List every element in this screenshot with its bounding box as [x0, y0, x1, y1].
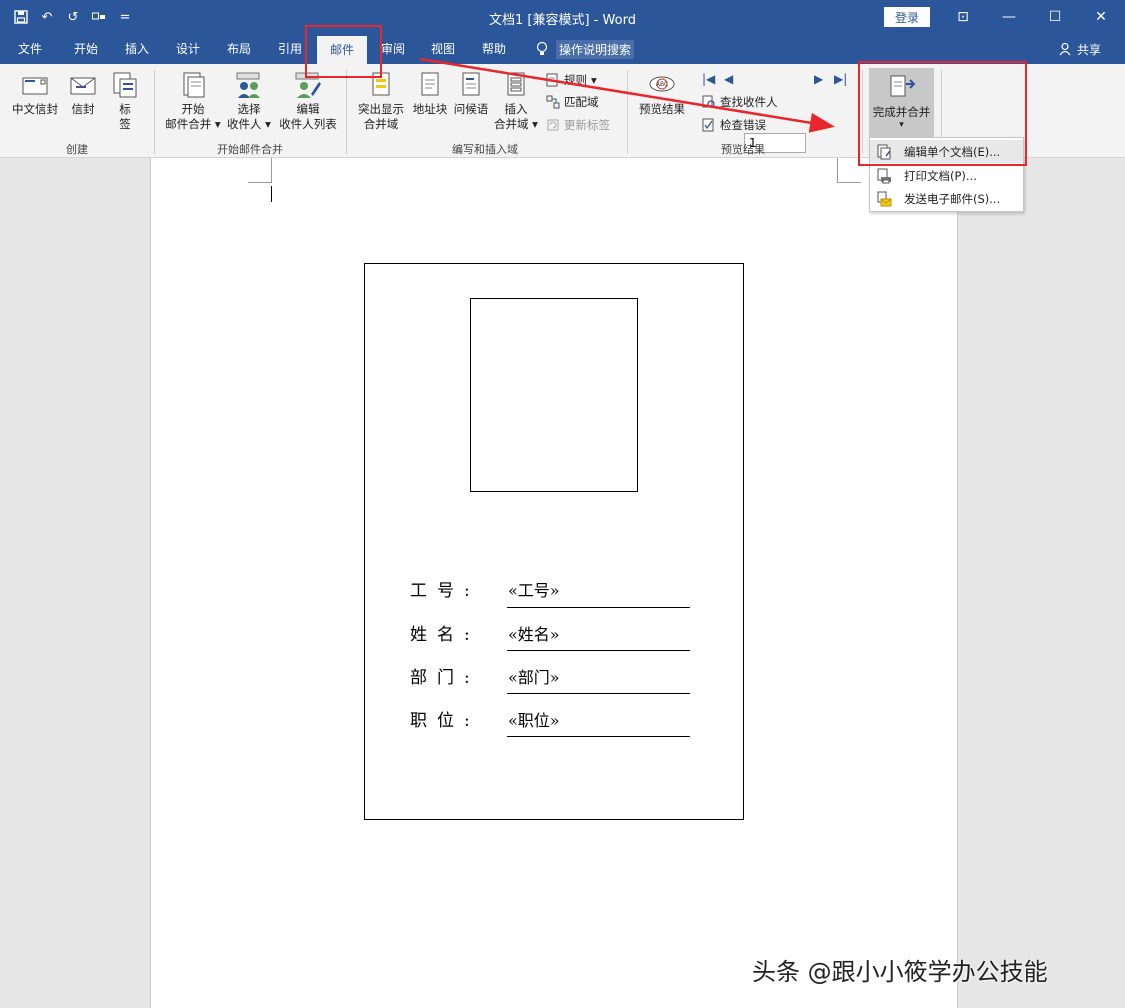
tab-file[interactable]: 文件	[6, 34, 54, 64]
preview-results-button[interactable]: ABC 预览结果	[634, 70, 690, 117]
address-block-icon	[421, 72, 439, 96]
field-underline	[507, 693, 690, 694]
merge-field-position[interactable]: «职位»	[508, 707, 560, 731]
tab-view[interactable]: 视图	[419, 34, 467, 64]
group-separator	[346, 70, 347, 154]
group-separator	[154, 70, 155, 154]
margin-corner-mark	[837, 158, 861, 183]
finish-and-merge-button[interactable]: 完成并合并 ▾	[869, 68, 934, 138]
field-underline	[507, 650, 690, 651]
tab-layout[interactable]: 布局	[215, 34, 263, 64]
document-merge-icon	[183, 72, 205, 98]
labels-icon	[113, 72, 137, 98]
match-fields-icon	[546, 95, 560, 109]
greeting-line-button[interactable]: 问候语	[451, 70, 491, 117]
margin-corner-mark	[248, 158, 272, 183]
chevron-down-icon: ▾	[899, 120, 904, 130]
close-icon[interactable]: ✕	[1078, 0, 1124, 34]
group-separator	[627, 70, 628, 154]
group-label-preview: 预览结果	[721, 143, 765, 156]
share-label: 共享	[1076, 42, 1101, 57]
watermark-text: 头条 @跟小小筱学办公技能	[752, 958, 1048, 986]
tab-help[interactable]: 帮助	[470, 34, 518, 64]
finish-merge-menu: 编辑单个文档(E)... 打印文档(P)... 发送电子邮件(S)...	[869, 137, 1024, 212]
tab-insert[interactable]: 插入	[113, 34, 161, 64]
tab-mailings[interactable]: 邮件	[317, 36, 367, 64]
rules-icon	[546, 73, 558, 87]
check-errors-icon	[702, 118, 714, 132]
preview-abc-icon: ABC	[649, 76, 675, 92]
previous-record-icon[interactable]: ◀	[724, 72, 733, 86]
select-recipients-button[interactable]: 选择 收件人 ▾	[224, 70, 274, 132]
minimize-icon[interactable]: —	[986, 0, 1032, 34]
field-underline	[507, 736, 690, 737]
envelope-icon	[70, 77, 96, 95]
match-fields-button[interactable]: 匹配域	[546, 92, 599, 112]
lightbulb-icon	[536, 41, 548, 55]
highlight-merge-fields-button[interactable]: 突出显示 合并域	[354, 70, 408, 132]
field-label-id: 工号:	[410, 581, 480, 601]
field-label-department: 部门:	[410, 668, 480, 688]
highlight-fields-icon	[372, 72, 390, 96]
maximize-icon[interactable]: ☐	[1032, 0, 1078, 34]
edit-recipients-icon	[295, 72, 321, 98]
edit-documents-icon	[877, 144, 891, 159]
field-underline	[507, 607, 690, 608]
ribbon-display-icon[interactable]: ⊡	[940, 0, 986, 34]
field-label-name: 姓名:	[410, 625, 480, 645]
group-label-create: 创建	[66, 143, 88, 156]
group-label-start-merge: 开始邮件合并	[217, 143, 283, 156]
find-recipient-icon	[702, 95, 715, 108]
field-label-position: 职位:	[410, 711, 480, 731]
text-cursor	[271, 186, 272, 202]
ribbon-tabs: 文件 开始 插入 设计 布局 引用 邮件 审阅 视图 帮助 操作说明搜索 共享	[0, 34, 1125, 64]
menu-item-send-email[interactable]: 发送电子邮件(S)...	[870, 187, 1023, 210]
finish-merge-icon	[890, 75, 915, 97]
person-icon	[1059, 42, 1071, 56]
update-labels-icon	[547, 119, 559, 131]
email-messages-icon	[877, 191, 892, 206]
photo-frame	[470, 298, 638, 492]
merge-field-department[interactable]: «部门»	[508, 664, 560, 688]
start-mail-merge-button[interactable]: 开始 邮件合并 ▾	[162, 70, 224, 132]
group-separator	[862, 70, 863, 154]
svg-text:ABC: ABC	[656, 81, 668, 88]
find-recipient-button[interactable]: 查找收件人	[702, 92, 778, 112]
insert-merge-field-button[interactable]: 插入 合并域 ▾	[492, 70, 540, 132]
envelope-cn-icon	[22, 77, 48, 95]
merge-field-name[interactable]: «姓名»	[508, 621, 560, 645]
merge-field-id[interactable]: «工号»	[508, 577, 560, 601]
chinese-envelopes-button[interactable]: 中文信封	[10, 70, 60, 117]
update-labels-button[interactable]: 更新标签	[546, 115, 610, 135]
recipients-icon	[236, 72, 260, 98]
greeting-line-icon	[462, 72, 480, 96]
check-errors-button[interactable]: 检查错误	[702, 115, 766, 135]
labels-button[interactable]: 标 签	[108, 70, 142, 132]
edit-recipient-list-button[interactable]: 编辑 收件人列表	[276, 70, 340, 132]
print-documents-icon	[877, 168, 891, 183]
title-bar: ↶ ↺ = 文档1 [兼容模式] - Word 登录 ⊡ — ☐ ✕	[0, 0, 1125, 34]
share-button[interactable]: 共享	[1059, 34, 1101, 64]
group-label-write-insert: 编写和插入域	[452, 143, 518, 156]
menu-item-print-documents[interactable]: 打印文档(P)...	[870, 164, 1023, 187]
tab-references[interactable]: 引用	[266, 34, 314, 64]
tab-design[interactable]: 设计	[164, 34, 212, 64]
first-record-icon[interactable]: |◀	[702, 72, 715, 86]
rules-button[interactable]: 规则 ▾	[546, 70, 597, 90]
tell-me-text: 操作说明搜索	[556, 39, 635, 59]
tab-home[interactable]: 开始	[62, 34, 110, 64]
address-block-button[interactable]: 地址块	[410, 70, 450, 117]
menu-item-edit-individual-documents[interactable]: 编辑单个文档(E)...	[870, 140, 1023, 163]
insert-field-icon	[507, 72, 525, 96]
next-record-icon[interactable]: ▶	[814, 72, 823, 86]
envelopes-button[interactable]: 信封	[66, 70, 100, 117]
login-button[interactable]: 登录	[884, 7, 930, 27]
last-record-icon[interactable]: ▶|	[834, 72, 847, 86]
tab-review[interactable]: 审阅	[369, 34, 417, 64]
tell-me-search[interactable]: 操作说明搜索	[536, 34, 635, 64]
